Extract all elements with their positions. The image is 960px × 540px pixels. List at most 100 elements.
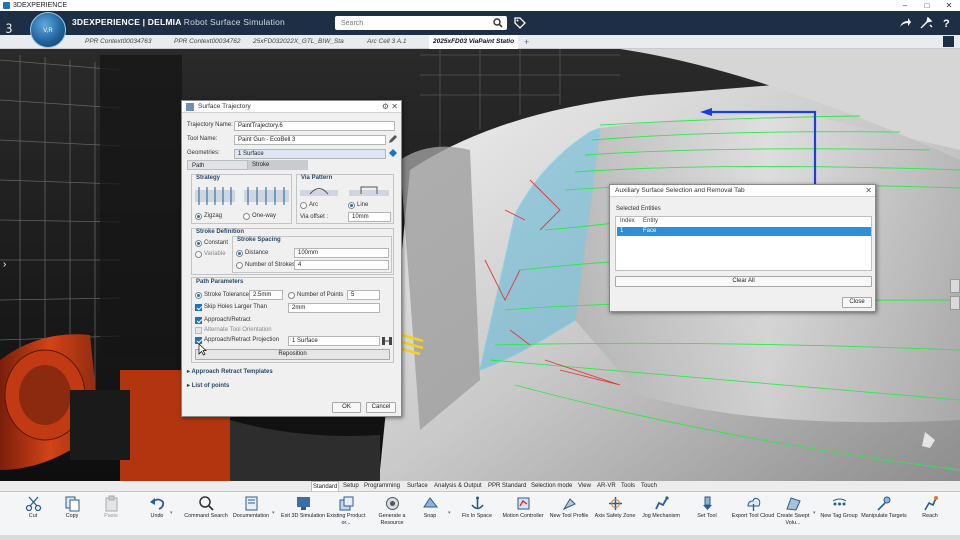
ribbon-tab-tools[interactable]: Tools	[620, 481, 636, 491]
number-of-strokes-field[interactable]: 4	[294, 260, 389, 270]
ok-button[interactable]: OK	[332, 402, 361, 413]
existing-product-button[interactable]: Existing Product or...	[323, 495, 369, 526]
ribbon-tab-ppr-standard[interactable]: PPR Standard	[487, 481, 527, 491]
stroke-tolerance-radio[interactable]	[195, 292, 202, 299]
constant-radio[interactable]	[195, 240, 202, 247]
jog-mechanism-button[interactable]: Jog Mechanism	[638, 495, 684, 520]
manipulate-targets-button[interactable]: Manipulate Targets	[861, 495, 907, 520]
help-icon[interactable]: ?	[940, 16, 954, 30]
compass-widget[interactable]: V,R	[30, 12, 66, 48]
surface-trajectory-dialog: Surface Trajectory ⚙ ✕ Trajectory Name: …	[181, 100, 402, 417]
doc-tab-ppr-34763[interactable]: PPR Context00034763	[85, 35, 152, 49]
create-swept-volume-button[interactable]: Create Swept Volu...	[770, 495, 816, 526]
command-search-button[interactable]: Command Search	[183, 495, 229, 520]
stroke-tolerance-field[interactable]: 2.5mm	[249, 290, 283, 300]
line-pattern-icon[interactable]	[349, 185, 389, 199]
ribbon-tab-programming[interactable]: Programming	[363, 481, 401, 491]
share-icon[interactable]	[898, 16, 912, 30]
set-tool-button[interactable]: Set Tool	[684, 495, 730, 520]
side-tab-2[interactable]	[950, 296, 960, 310]
approach-projection-field[interactable]: 1 Surface	[288, 336, 380, 346]
search-input[interactable]	[335, 16, 485, 30]
side-panel-toggle-icon[interactable]: ›	[3, 259, 6, 270]
oneway-radio[interactable]	[243, 213, 250, 220]
list-of-points-expander[interactable]: ▸ List of points	[187, 382, 229, 389]
close-icon[interactable]: ✕	[391, 101, 398, 113]
doc-tab-ppr-34762[interactable]: PPR Context00034762	[174, 35, 241, 49]
via-offset-field[interactable]: 10mm	[348, 212, 391, 222]
zigzag-pattern-icon[interactable]	[195, 185, 235, 207]
settings-gear-icon[interactable]: ⚙	[382, 101, 389, 113]
snap-dropdown-icon[interactable]: ▾	[448, 510, 451, 516]
search-box[interactable]	[335, 16, 507, 30]
motion-controller-button[interactable]: Motion Controller	[500, 495, 546, 520]
snap-button[interactable]: Snap	[407, 495, 453, 520]
exit-3d-simulation-button[interactable]: Exit 3D Simulation	[280, 495, 326, 520]
ribbon-tab-selection-mode[interactable]: Selection mode	[530, 481, 573, 491]
table-row[interactable]: 1 Face	[617, 227, 871, 236]
ribbon-tab-setup[interactable]: Setup	[342, 481, 360, 491]
expand-view-icon[interactable]	[943, 36, 954, 47]
number-of-points-radio[interactable]	[288, 292, 295, 299]
documentation-button[interactable]: Documentation	[228, 495, 274, 520]
tab-path[interactable]: Path	[187, 160, 248, 170]
number-of-strokes-radio[interactable]	[236, 262, 243, 269]
doc-tab-biw-station[interactable]: 25xFD032022X_GTL_BIW_Sta	[253, 35, 344, 49]
approach-templates-expander[interactable]: ▸ Approach Retract Templates	[187, 368, 273, 375]
approach-retract-checkbox[interactable]	[195, 317, 202, 324]
undo-button[interactable]: Undo	[134, 495, 180, 520]
distance-radio[interactable]	[236, 250, 243, 257]
documentation-dropdown-icon[interactable]: ▾	[272, 510, 275, 516]
axis-safety-zone-button[interactable]: Axis Safety Zone	[592, 495, 638, 520]
tab-stroke[interactable]: Stroke	[248, 160, 308, 170]
ribbon-tab-view[interactable]: View	[577, 481, 592, 491]
tag-icon[interactable]	[513, 16, 527, 30]
ribbon-tab-analysis-output[interactable]: Analysis & Output	[433, 481, 483, 491]
oneway-label: One-way	[252, 213, 277, 219]
paste-button[interactable]: Paste	[88, 495, 134, 520]
doc-tab-arc-cell[interactable]: Arc Cell 3 A.1	[367, 35, 407, 49]
minimize-icon[interactable]: –	[894, 0, 916, 11]
variable-radio[interactable]	[195, 251, 202, 258]
tools-icon[interactable]	[919, 16, 933, 30]
reposition-button[interactable]: Reposition	[195, 349, 390, 360]
new-tag-group-button[interactable]: New Tag Group	[816, 495, 862, 520]
tool-name-field[interactable]: Paint Gun - EcoBell 3	[234, 135, 386, 145]
reach-button[interactable]: Reach	[907, 495, 953, 520]
trajectory-name-field[interactable]: PaintTrajectory.6	[234, 121, 395, 131]
distance-field[interactable]: 100mm	[294, 248, 389, 258]
ribbon-tab-standard[interactable]: Standard	[311, 481, 340, 491]
aux-close-icon[interactable]: ✕	[865, 185, 872, 197]
close-window-icon[interactable]: ✕	[938, 0, 960, 11]
new-tool-profile-button[interactable]: New Tool Profile	[546, 495, 592, 520]
aux-close-button[interactable]: Close	[842, 297, 872, 308]
line-radio[interactable]	[348, 202, 355, 209]
ribbon-tab-touch[interactable]: Touch	[640, 481, 658, 491]
oneway-pattern-icon[interactable]	[244, 185, 289, 207]
clear-all-button[interactable]: Clear All	[615, 276, 872, 287]
side-tab-1[interactable]	[950, 279, 960, 293]
alternate-orientation-checkbox[interactable]	[195, 327, 202, 334]
select-geometry-icon[interactable]	[388, 148, 398, 158]
variable-label: Variable	[204, 251, 226, 257]
ribbon-tab-surface[interactable]: Surface	[406, 481, 429, 491]
doc-tab-viapaint-station[interactable]: 2025xFD03 ViaPaint Statio	[429, 35, 519, 49]
pencil-icon[interactable]	[388, 134, 398, 144]
skip-holes-checkbox[interactable]	[195, 304, 202, 311]
projection-options-icon[interactable]	[381, 335, 393, 347]
undo-dropdown-icon[interactable]: ▾	[170, 510, 173, 516]
arc-pattern-icon[interactable]	[300, 185, 338, 199]
number-of-points-field[interactable]: 5	[347, 290, 380, 300]
selected-entities-list[interactable]: Index Entity 1 Face	[615, 216, 872, 271]
ribbon-tab-ar-vr[interactable]: AR-VR	[596, 481, 617, 491]
fix-in-space-button[interactable]: Fix In Space	[454, 495, 500, 520]
search-icon[interactable]	[493, 18, 503, 28]
cancel-button[interactable]: Cancel	[366, 402, 396, 413]
arc-radio[interactable]	[300, 202, 307, 209]
zigzag-radio[interactable]	[195, 213, 202, 220]
geometries-field[interactable]: 1 Surface	[234, 149, 386, 159]
add-tab-icon[interactable]: +	[524, 35, 529, 49]
product-icon	[339, 496, 353, 511]
skip-holes-field[interactable]: 2mm	[288, 303, 380, 313]
maximize-icon[interactable]: □	[916, 0, 938, 11]
